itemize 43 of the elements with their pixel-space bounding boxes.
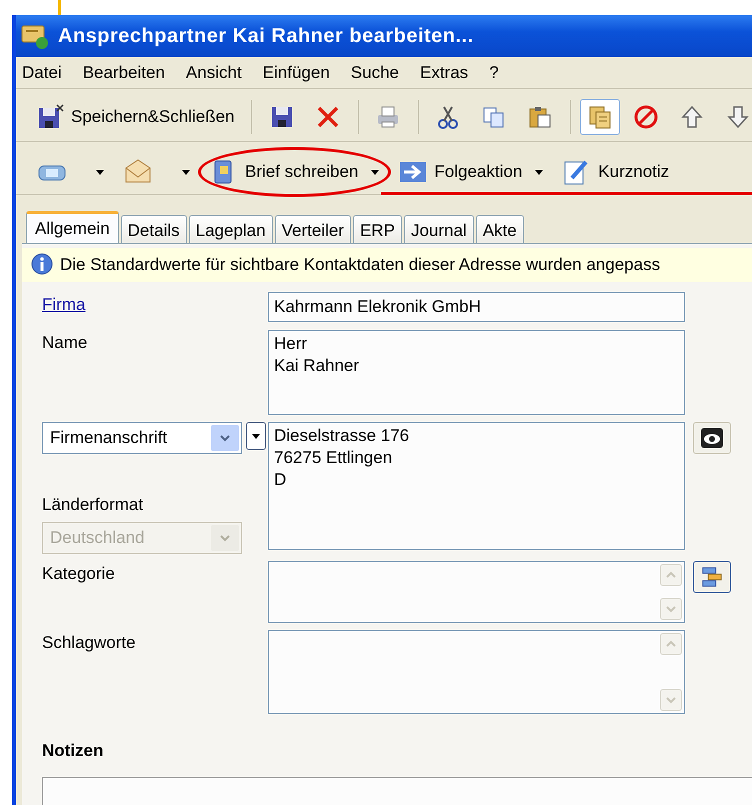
tab[interactable]: Journal bbox=[404, 215, 474, 243]
tab[interactable]: Details bbox=[120, 215, 187, 243]
prohibited-icon bbox=[632, 104, 659, 130]
documents-icon bbox=[586, 104, 613, 130]
address-type-select[interactable]: Firmenanschrift bbox=[42, 422, 242, 454]
menu-item[interactable]: ? bbox=[483, 60, 514, 86]
tab[interactable]: Allgemein bbox=[26, 211, 119, 243]
menu-item[interactable]: Datei bbox=[16, 60, 77, 86]
name-label: Name bbox=[42, 333, 88, 352]
tab[interactable]: Lageplan bbox=[188, 215, 273, 243]
notes-label: Notizen bbox=[42, 740, 104, 762]
toolbar-action-button[interactable]: Folgeaktion bbox=[391, 152, 530, 190]
info-message: Die Standardwerte für sichtbare Kontaktdaten dieser Adresse wurden angepass bbox=[60, 254, 660, 276]
info-icon bbox=[30, 253, 54, 277]
toolbar-action-button[interactable]: Kurznotiz bbox=[555, 152, 676, 190]
save-close-icon bbox=[37, 104, 65, 130]
window-title: Ansprechpartner Kai Rahner bearbeiten... bbox=[58, 24, 474, 49]
eye-icon bbox=[700, 427, 724, 449]
tab[interactable]: ERP bbox=[352, 215, 402, 243]
save-close-button[interactable]: Speichern&Schließen bbox=[30, 98, 242, 134]
menu-item[interactable]: Ansicht bbox=[180, 60, 257, 86]
view-button[interactable] bbox=[693, 422, 731, 454]
menu-item[interactable]: Extras bbox=[414, 60, 484, 86]
menu-item[interactable]: Einfügen bbox=[256, 60, 345, 86]
hierarchy-icon bbox=[700, 564, 724, 588]
address-field[interactable]: Dieselstrasse 176 76275 Ettlingen D bbox=[268, 422, 685, 550]
menu-item[interactable]: Suche bbox=[344, 60, 414, 86]
envelope-icon bbox=[123, 158, 153, 186]
company-link[interactable]: Firma bbox=[42, 295, 86, 314]
menu-item[interactable]: Bearbeiten bbox=[76, 60, 180, 86]
company-field[interactable]: Kahrmann Elekronik GmbH bbox=[268, 292, 685, 322]
arrow-up-icon bbox=[678, 104, 705, 130]
name-field[interactable]: Herr Kai Rahner bbox=[268, 330, 685, 415]
keywords-label: Schlagworte bbox=[42, 632, 136, 652]
dropdown-caret-button[interactable] bbox=[246, 422, 266, 450]
documents-button[interactable] bbox=[580, 98, 620, 134]
toolbar-action-button[interactable]: Brief schreiben bbox=[202, 152, 366, 190]
country-format-label: Länderformat bbox=[42, 494, 144, 516]
category-label: Kategorie bbox=[42, 564, 115, 582]
tab[interactable]: Verteiler bbox=[274, 215, 351, 243]
hierarchy-button[interactable] bbox=[693, 560, 731, 592]
country-select: Deutschland bbox=[42, 522, 242, 554]
tab[interactable]: Akte bbox=[476, 215, 524, 243]
